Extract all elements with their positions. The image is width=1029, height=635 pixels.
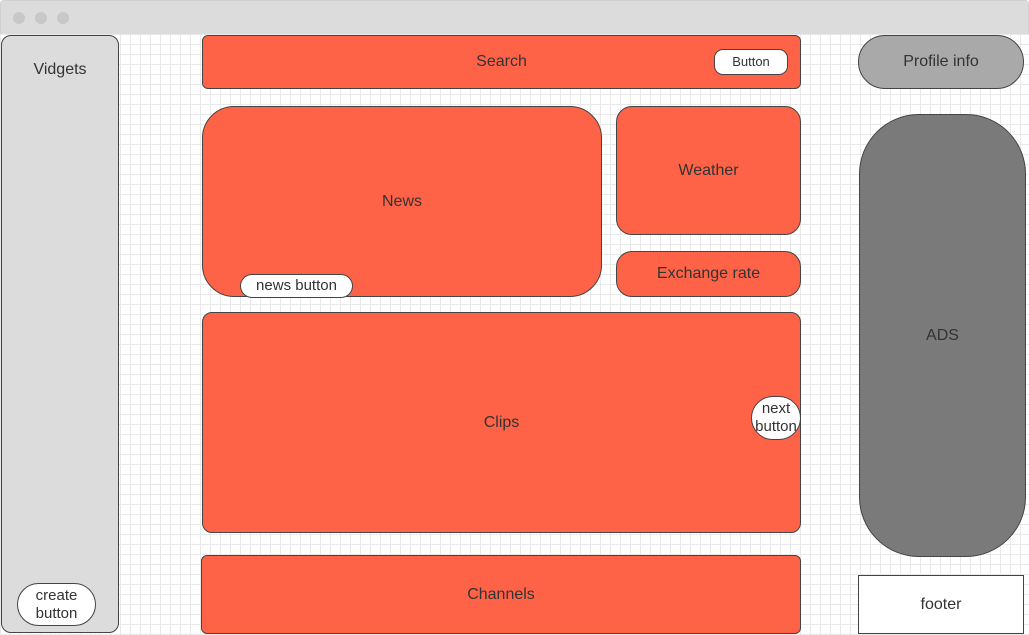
- ads-label: ADS: [926, 326, 959, 344]
- clips-label: Clips: [483, 413, 520, 431]
- profile-label: Profile info: [903, 53, 979, 70]
- next-button[interactable]: next button: [751, 396, 801, 440]
- close-dot-icon[interactable]: [13, 12, 25, 24]
- news-panel: News: [202, 106, 602, 297]
- exchange-rate-panel: Exchange rate: [616, 251, 801, 297]
- window-titlebar: [0, 0, 1029, 35]
- channels-label: Channels: [467, 585, 535, 603]
- news-button[interactable]: news button: [240, 274, 353, 298]
- maximize-dot-icon[interactable]: [57, 12, 69, 24]
- widgets-sidebar: Vidgets: [1, 35, 119, 633]
- search-button[interactable]: Button: [714, 49, 788, 75]
- create-button-label: create button: [35, 586, 78, 622]
- ads-panel: ADS: [859, 114, 1026, 557]
- news-button-label: news button: [256, 277, 337, 294]
- minimize-dot-icon[interactable]: [35, 12, 47, 24]
- profile-info[interactable]: Profile info: [858, 35, 1024, 89]
- weather-panel: Weather: [616, 106, 801, 235]
- exchange-label: Exchange rate: [656, 265, 761, 282]
- create-button[interactable]: create button: [17, 583, 96, 626]
- sidebar-title: Vidgets: [33, 61, 87, 78]
- search-button-label: Button: [732, 54, 770, 70]
- footer-label: footer: [920, 595, 962, 613]
- next-button-label: next button: [755, 400, 797, 435]
- clips-panel: Clips: [202, 312, 801, 533]
- weather-label: Weather: [678, 161, 739, 179]
- footer-panel: footer: [858, 575, 1024, 634]
- news-label: News: [381, 192, 422, 210]
- search-bar[interactable]: Search: [202, 35, 801, 89]
- channels-panel: Channels: [201, 555, 801, 634]
- search-label: Search: [476, 53, 527, 70]
